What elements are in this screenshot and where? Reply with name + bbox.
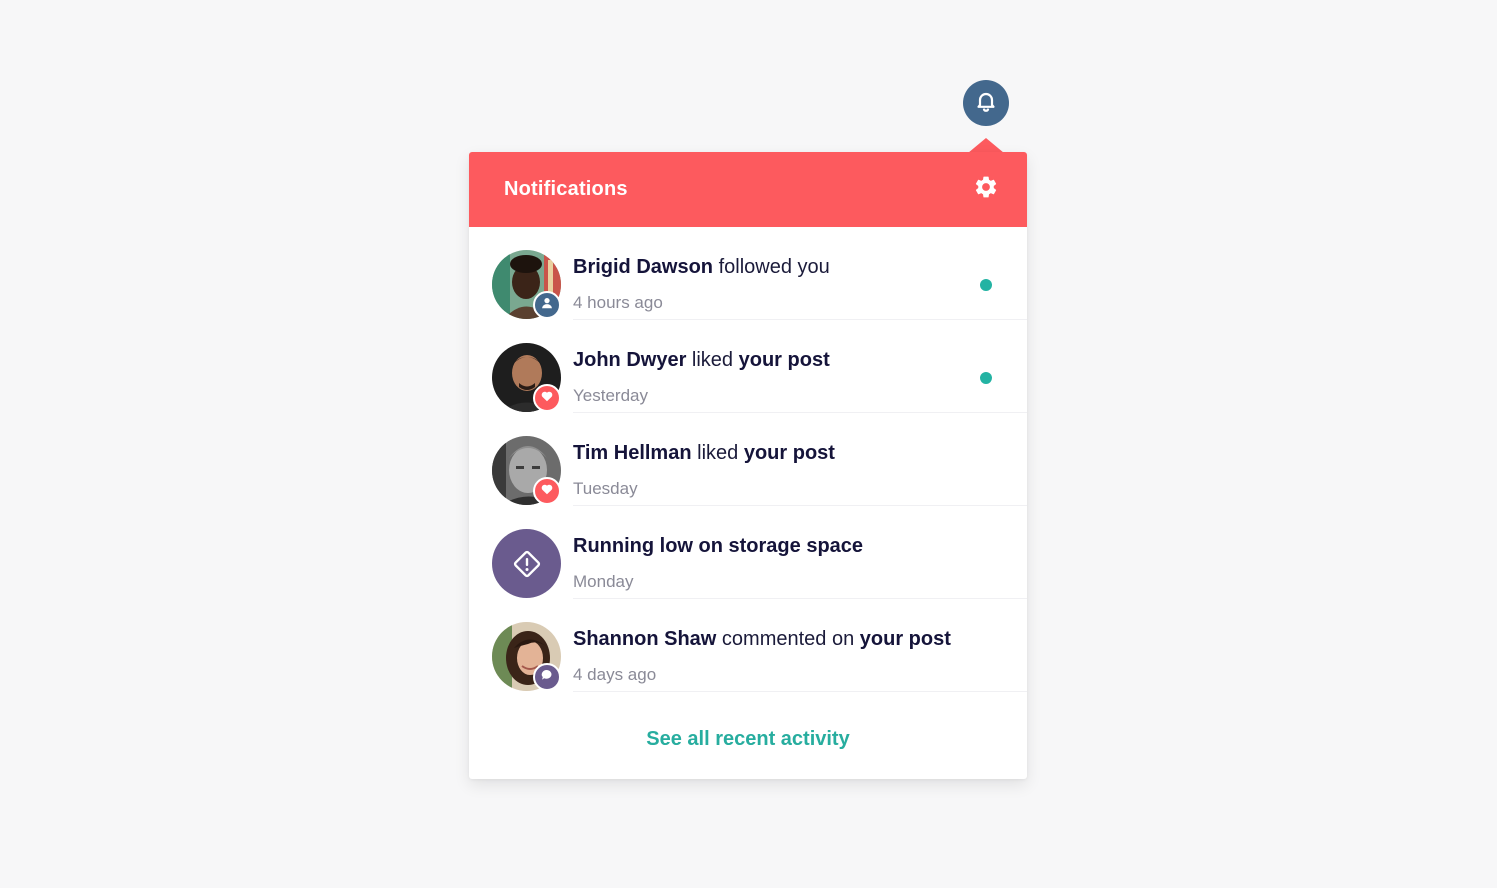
panel-pointer [968,138,1004,153]
object-link[interactable]: your post [744,442,835,464]
object-link[interactable]: your post [739,349,830,371]
actor-name[interactable]: Tim Hellman [573,442,692,464]
comment-icon [540,668,554,687]
alert-title: Running low on storage space [573,535,864,557]
notification-text: Running low on storage space [573,535,863,558]
comment-badge [533,663,561,691]
notification-time: Monday [573,572,634,591]
action-text: commented on [721,628,855,650]
notification-text: Shannon Shaw commented on your post [573,628,951,651]
gear-icon [973,174,999,205]
notifications-bell-button[interactable] [963,80,1009,126]
action-text: liked [697,442,739,464]
notification-item[interactable]: Tim Hellman liked your post Tuesday [469,413,1027,506]
divider [573,691,1027,692]
heart-icon [540,389,554,408]
notification-text: John Dwyer liked your post [573,349,830,372]
actor-name[interactable]: John Dwyer [573,349,686,371]
like-badge [533,477,561,505]
notification-item[interactable]: John Dwyer liked your post Yesterday [469,320,1027,413]
notification-text: Tim Hellman liked your post [573,442,835,465]
notification-item[interactable]: Running low on storage space Monday [469,506,1027,599]
bell-icon [974,89,998,118]
notification-time: Tuesday [573,479,638,498]
warning-diamond-icon [511,548,543,580]
notification-time: 4 hours ago [573,293,663,312]
actor-name[interactable]: Brigid Dawson [573,256,713,278]
unread-indicator [980,372,992,384]
heart-icon [540,482,554,501]
notification-time: Yesterday [573,386,648,405]
panel-header: Notifications [469,152,1027,227]
see-all-activity-link[interactable]: See all recent activity [469,728,1027,751]
unread-indicator [980,279,992,291]
action-text: followed you [718,256,830,278]
user-icon [540,296,554,315]
follow-badge [533,291,561,319]
object-link[interactable]: your post [860,628,951,650]
notification-item[interactable]: Brigid Dawson followed you 4 hours ago [469,227,1027,320]
actor-name[interactable]: Shannon Shaw [573,628,716,650]
notification-text: Brigid Dawson followed you [573,256,830,279]
notification-list: Brigid Dawson followed you 4 hours ago J… [469,227,1027,692]
alert-avatar [492,529,561,598]
notification-time: 4 days ago [573,665,657,684]
action-text: liked [691,349,734,371]
panel-title: Notifications [504,178,628,200]
notification-item[interactable]: Shannon Shaw commented on your post 4 da… [469,599,1027,692]
like-badge [533,384,561,412]
settings-button[interactable] [973,176,999,202]
notifications-panel: Notifications Brigid Dawson followed you… [469,152,1027,779]
